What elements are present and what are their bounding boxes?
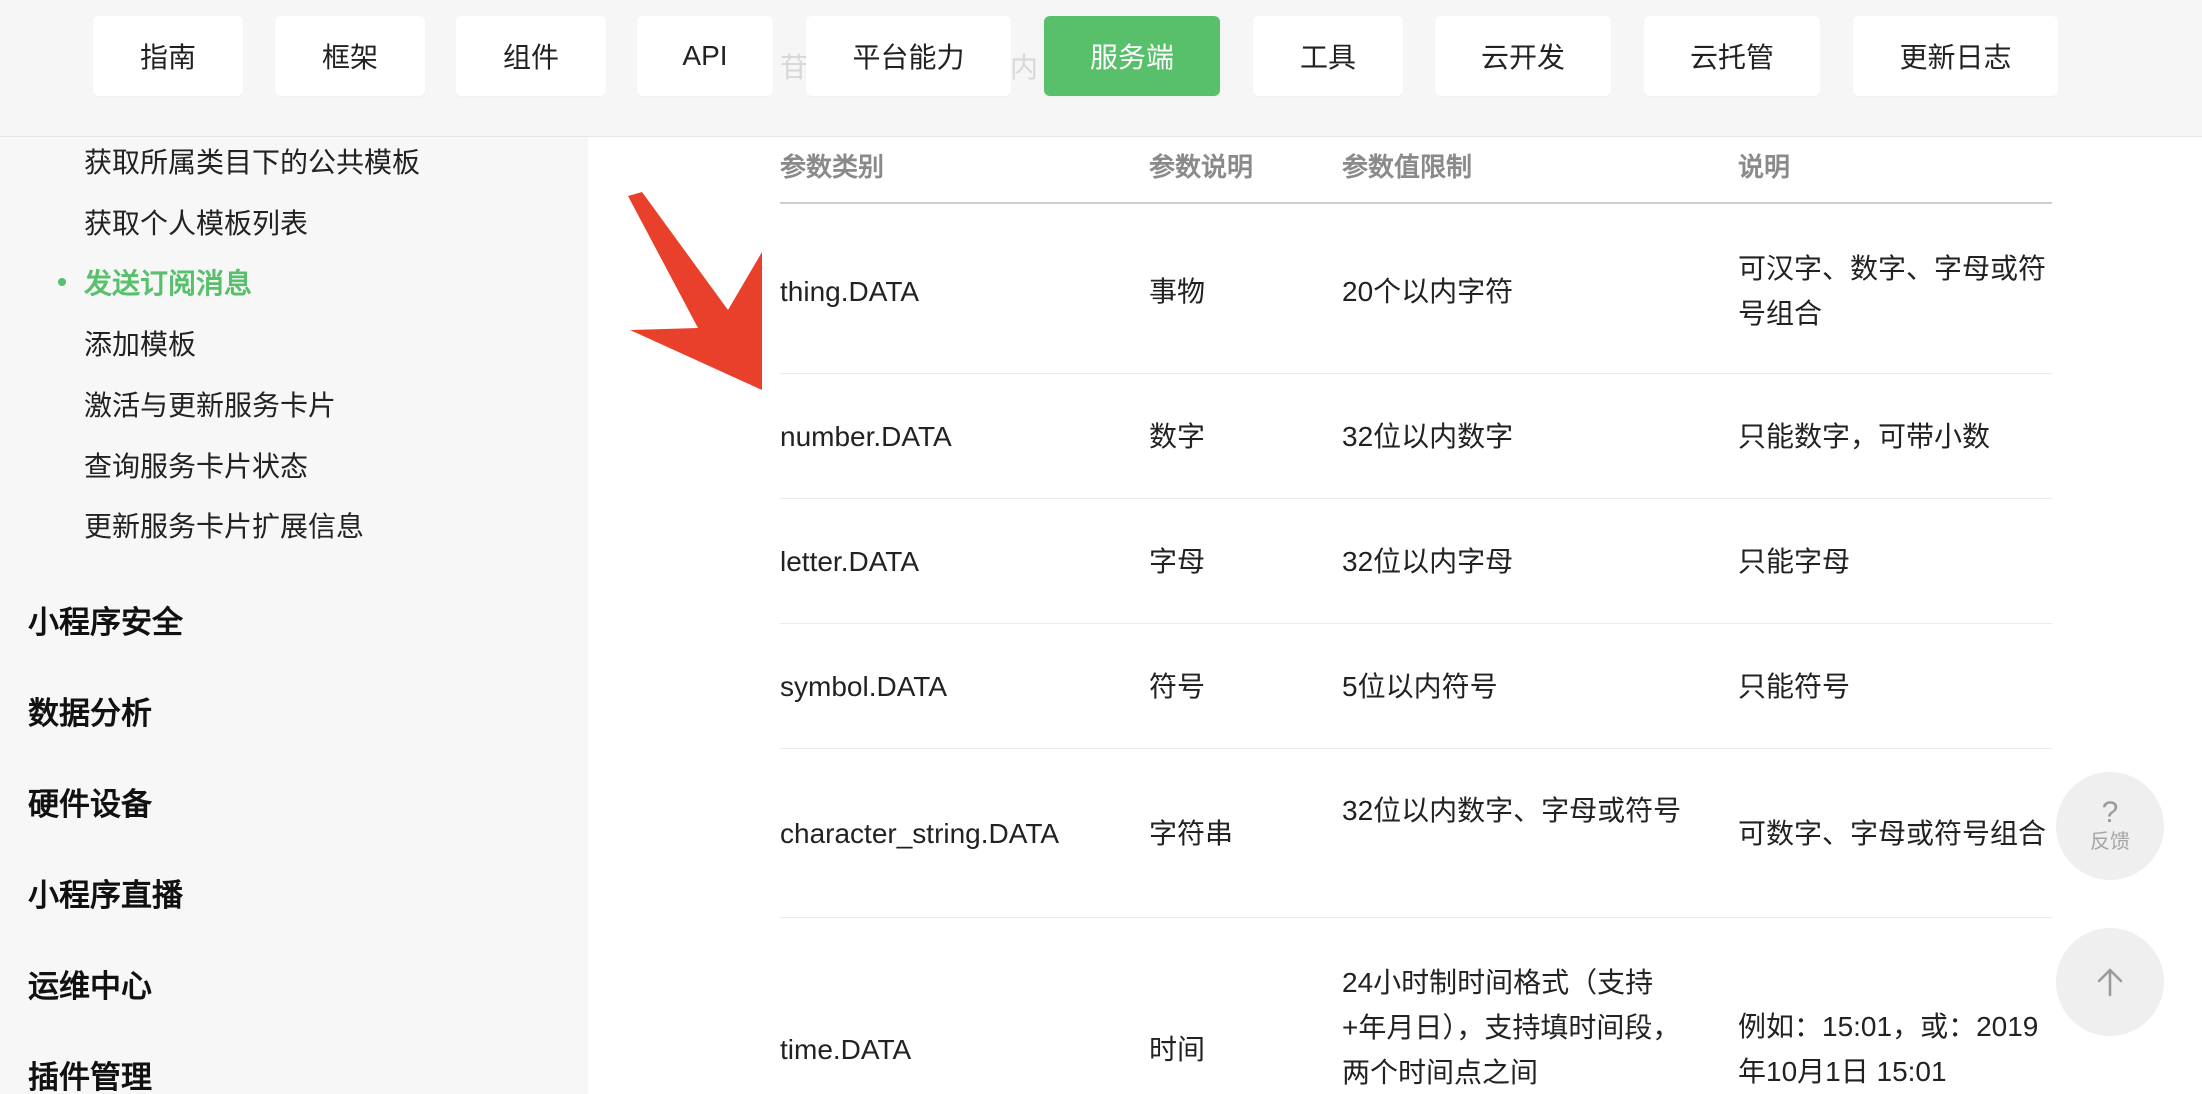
table-cell-desc: 字母 — [1149, 546, 1206, 577]
nav-item-framework[interactable]: 框架 — [275, 16, 425, 96]
feedback-button[interactable]: ? 反馈 — [2056, 772, 2164, 880]
sidebar-item-query-service-card[interactable]: 查询服务卡片状态 — [84, 445, 308, 485]
sidebar-item-public-templates[interactable]: 获取所属类目下的公共模板 — [84, 141, 420, 181]
table-cell-note: 可汉字、数字、字母或符号组合 — [1738, 253, 2047, 329]
sidebar-section-ops[interactable]: 运维中心 — [28, 961, 152, 1006]
nav-item-cloud-hosting[interactable]: 云托管 — [1644, 16, 1820, 96]
table-row-divider — [780, 748, 2052, 749]
sidebar-item-add-template[interactable]: 添加模板 — [84, 323, 196, 363]
nav-item-platform[interactable]: 平台能力 — [806, 16, 1011, 96]
sidebar-item-update-service-card-ext[interactable]: 更新服务卡片扩展信息 — [84, 505, 364, 545]
table-cell-type: letter.DATA — [780, 546, 920, 577]
table-row-divider — [780, 498, 2052, 499]
table-cell-desc: 数字 — [1149, 421, 1206, 452]
table-cell-note: 例如：15:01，或：2019年10月1日 15:01 — [1738, 1011, 2039, 1087]
param-table: 参数类别 参数说明 参数值限制 说明 thing.DATA 事物 20个以内字符… — [780, 137, 2052, 1094]
table-cell-note: 只能符号 — [1738, 671, 1851, 702]
nav-item-components[interactable]: 组件 — [456, 16, 606, 96]
table-cell-limit: 32位以内数字、字母或符号 — [1342, 795, 1682, 826]
faded-background-text: 苷 — [780, 52, 809, 83]
sidebar-item-send-subscribe-message[interactable]: 发送订阅消息 — [84, 262, 252, 302]
table-cell-desc: 符号 — [1149, 671, 1206, 702]
nav-item-guide[interactable]: 指南 — [93, 16, 243, 96]
sidebar-section-security[interactable]: 小程序安全 — [28, 597, 183, 642]
back-to-top-button[interactable] — [2056, 928, 2164, 1036]
nav-item-api[interactable]: API — [637, 16, 773, 96]
table-cell-desc: 字符串 — [1149, 818, 1234, 849]
table-cell-desc: 时间 — [1149, 1034, 1206, 1065]
table-cell-note: 只能字母 — [1738, 546, 1851, 577]
question-mark-icon: ? — [2101, 796, 2119, 829]
sidebar: 获取所属类目下的公共模板 获取个人模板列表 发送订阅消息 添加模板 激活与更新服… — [0, 137, 588, 1094]
table-cell-type: thing.DATA — [780, 276, 920, 307]
table-header-type: 参数类别 — [780, 152, 885, 182]
table-row-divider — [780, 917, 2052, 918]
nav-item-server[interactable]: 服务端 — [1044, 16, 1220, 96]
top-nav: 苷 内 指南 框架 组件 API 平台能力 服务端 工具 云开发 云托管 更新日… — [0, 0, 2202, 137]
table-header-desc: 参数说明 — [1149, 152, 1254, 182]
sidebar-section-analytics[interactable]: 数据分析 — [28, 688, 152, 733]
faded-background-text: 内 — [1010, 52, 1039, 83]
sidebar-section-hardware[interactable]: 硬件设备 — [28, 779, 152, 824]
table-cell-type: time.DATA — [780, 1034, 912, 1065]
table-cell-desc: 事物 — [1149, 276, 1206, 307]
table-header-divider — [780, 202, 2052, 204]
table-cell-type: number.DATA — [780, 421, 952, 452]
table-cell-note: 只能数字，可带小数 — [1738, 421, 1991, 452]
table-cell-limit: 32位以内字母 — [1342, 546, 1514, 577]
sidebar-section-live[interactable]: 小程序直播 — [28, 870, 183, 915]
table-cell-limit: 20个以内字符 — [1342, 276, 1514, 307]
active-bullet-icon — [58, 278, 66, 286]
table-cell-type: symbol.DATA — [780, 671, 947, 702]
table-cell-type: character_string.DATA — [780, 818, 1060, 849]
table-header-note: 说明 — [1738, 152, 1791, 182]
nav-item-changelog[interactable]: 更新日志 — [1853, 16, 2058, 96]
sidebar-section-plugins[interactable]: 插件管理 — [28, 1052, 152, 1094]
nav-item-tools[interactable]: 工具 — [1253, 16, 1403, 96]
arrow-up-icon — [2097, 968, 2123, 997]
table-cell-limit: 24小时制时间格式（支持+年月日），支持填时间段，两个时间点之间 — [1342, 967, 1681, 1088]
sidebar-item-personal-templates[interactable]: 获取个人模板列表 — [84, 202, 308, 242]
sidebar-item-activate-service-card[interactable]: 激活与更新服务卡片 — [84, 384, 336, 424]
red-arrow-pointer-icon — [628, 192, 762, 390]
feedback-label: 反馈 — [2090, 831, 2130, 853]
table-cell-limit: 5位以内符号 — [1342, 671, 1498, 702]
table-row-divider — [780, 373, 2052, 374]
nav-item-cloud-dev[interactable]: 云开发 — [1435, 16, 1611, 96]
table-cell-note: 可数字、字母或符号组合 — [1738, 818, 2047, 849]
table-row-divider — [780, 623, 2052, 624]
table-header-limit: 参数值限制 — [1342, 152, 1473, 182]
table-cell-limit: 32位以内数字 — [1342, 421, 1514, 452]
